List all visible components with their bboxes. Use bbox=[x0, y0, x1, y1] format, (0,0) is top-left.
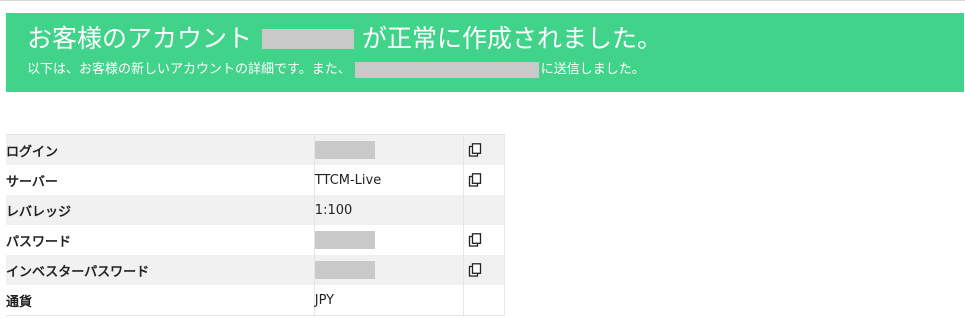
leverage-copy-cell bbox=[463, 195, 506, 225]
server-copy-cell bbox=[463, 165, 506, 195]
redacted-account-number bbox=[262, 29, 355, 49]
password-value bbox=[314, 225, 464, 255]
currency-copy-cell bbox=[463, 285, 506, 316]
banner-title-suffix: が正常に作成されました。 bbox=[362, 24, 663, 53]
copy-investor-password-button[interactable] bbox=[468, 263, 482, 277]
details-row-currency: 通貨 JPY bbox=[6, 285, 506, 316]
details-row-investor-password: インベスターパスワード bbox=[6, 255, 506, 285]
password-label: パスワード bbox=[6, 225, 315, 255]
top-divider bbox=[0, 0, 965, 1]
server-label: サーバー bbox=[6, 165, 315, 195]
login-label: ログイン bbox=[6, 134, 315, 165]
redacted-email bbox=[354, 62, 539, 78]
copy-login-button[interactable] bbox=[468, 143, 482, 157]
login-value bbox=[314, 134, 464, 165]
details-row-server: サーバー TTCM-Live bbox=[6, 165, 506, 195]
banner-subtitle: 以下は、お客様の新しいアカウントの詳細です。また、 に送信しました。 bbox=[27, 61, 645, 79]
leverage-value: 1:100 bbox=[314, 195, 464, 225]
currency-value: JPY bbox=[314, 285, 464, 316]
details-row-leverage: レバレッジ 1:100 bbox=[6, 195, 506, 225]
copy-icon bbox=[468, 143, 482, 157]
details-row-login: ログイン bbox=[6, 134, 506, 165]
password-copy-cell bbox=[463, 225, 506, 255]
login-copy-cell bbox=[463, 134, 506, 165]
success-banner: お客様のアカウント が正常に作成されました。 以下は、お客様の新しいアカウントの… bbox=[6, 13, 964, 92]
details-row-password: パスワード bbox=[6, 225, 506, 255]
account-details-table: ログイン サーバー TTCM-Live レバレッジ 1:100 パスワード インベスターパス… bbox=[6, 134, 506, 316]
investor-password-copy-cell bbox=[463, 255, 506, 285]
investor-password-value bbox=[314, 255, 464, 285]
redacted-login-value bbox=[314, 141, 375, 159]
server-value: TTCM-Live bbox=[314, 165, 464, 195]
copy-server-button[interactable] bbox=[468, 173, 482, 187]
copy-icon bbox=[468, 263, 482, 277]
banner-title: お客様のアカウント が正常に作成されました。 bbox=[27, 24, 662, 54]
banner-title-text: お客様のアカウント bbox=[27, 24, 253, 53]
currency-label: 通貨 bbox=[6, 285, 315, 316]
banner-subtitle-suffix: に送信しました。 bbox=[540, 62, 645, 77]
banner-subtitle-text: 以下は、お客様の新しいアカウントの詳細です。また、 bbox=[27, 62, 351, 77]
copy-icon bbox=[468, 233, 482, 247]
redacted-investor-password-value bbox=[314, 261, 375, 279]
investor-password-label: インベスターパスワード bbox=[6, 255, 315, 285]
copy-icon bbox=[468, 173, 482, 187]
leverage-label: レバレッジ bbox=[6, 195, 315, 225]
redacted-password-value bbox=[314, 231, 375, 249]
copy-password-button[interactable] bbox=[468, 233, 482, 247]
